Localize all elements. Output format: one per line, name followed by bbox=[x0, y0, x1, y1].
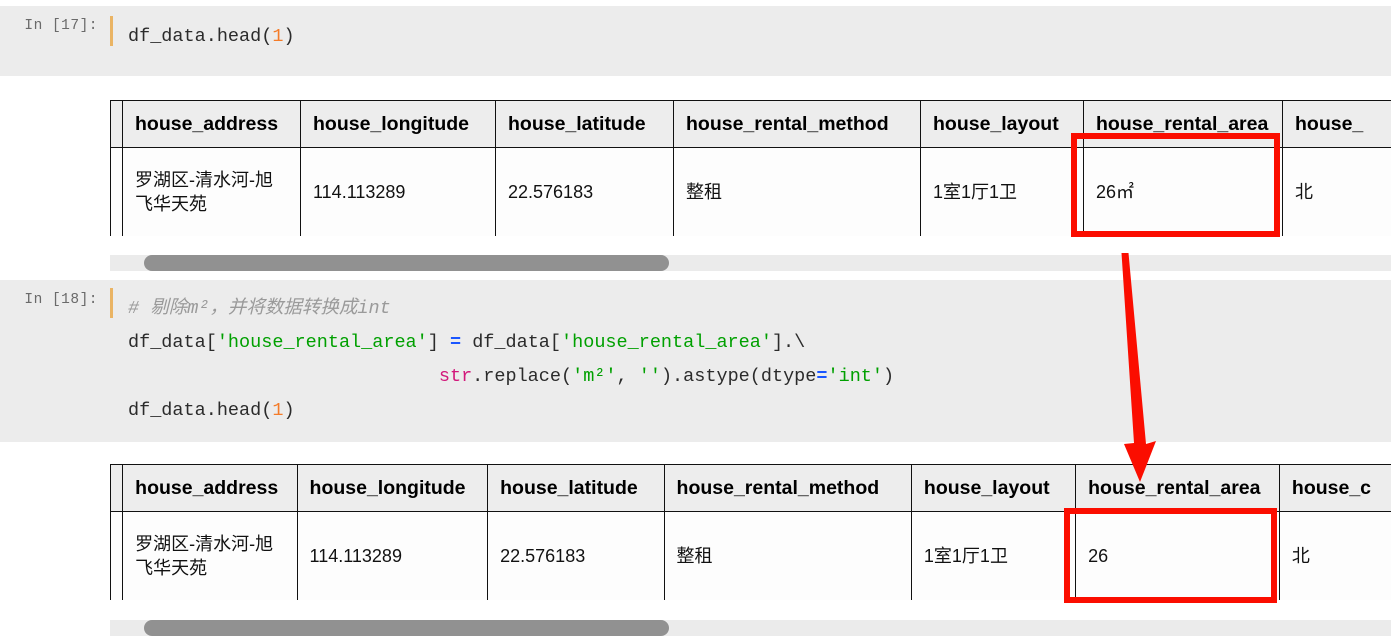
column-header-house-layout[interactable]: house_layout bbox=[921, 101, 1084, 148]
code-token-text: ] bbox=[428, 332, 450, 353]
column-header-house-rental-area[interactable]: house_rental_area bbox=[1076, 465, 1280, 512]
table-row-index bbox=[111, 148, 123, 237]
code-editor-18[interactable]: # 剔除m²，并将数据转换成int df_data['house_rental_… bbox=[128, 292, 894, 428]
column-header-house-layout[interactable]: house_layout bbox=[911, 465, 1075, 512]
code-cell-17[interactable]: In [17]: df_data.head(1) bbox=[0, 6, 1391, 76]
table-before-scrollbar-thumb[interactable] bbox=[144, 255, 669, 271]
column-header-house-address[interactable]: house_address bbox=[123, 465, 297, 512]
column-header-house-truncated[interactable]: house_c bbox=[1279, 465, 1391, 512]
column-header-house-rental-method[interactable]: house_rental_method bbox=[674, 101, 921, 148]
code-token-text: ) bbox=[283, 400, 294, 421]
cell-house-layout: 1室1厅1卫 bbox=[911, 512, 1075, 601]
cell-prompt-17: In [17]: bbox=[18, 18, 98, 34]
column-header-house-rental-method[interactable]: house_rental_method bbox=[664, 465, 911, 512]
code-token-text: ) bbox=[883, 366, 894, 387]
dataframe-output-after: house_address house_longitude house_lati… bbox=[110, 464, 1391, 600]
table-header-row: house_address house_longitude house_lati… bbox=[111, 101, 1391, 148]
cell-house-rental-method: 整租 bbox=[664, 512, 911, 601]
dataframe-table-after: house_address house_longitude house_lati… bbox=[110, 464, 1391, 600]
code-token-operator: = bbox=[816, 366, 827, 387]
cell-house-latitude: 22.576183 bbox=[496, 148, 674, 237]
cell-house-layout: 1室1厅1卫 bbox=[921, 148, 1084, 237]
column-header-house-address[interactable]: house_address bbox=[123, 101, 301, 148]
cell-house-address: 罗湖区-清水河-旭飞华天苑 bbox=[123, 512, 297, 601]
code-token-text: , bbox=[617, 366, 639, 387]
code-line-replace: str.replace('m²', '').astype(dtype='int'… bbox=[128, 366, 894, 387]
column-header-house-longitude[interactable]: house_longitude bbox=[297, 465, 488, 512]
cell-house-rental-area: 26 bbox=[1076, 512, 1280, 601]
code-token-builtin: str bbox=[439, 366, 472, 387]
cell-house-latitude: 22.576183 bbox=[488, 512, 664, 601]
cell-cursor-bar-17 bbox=[110, 16, 113, 46]
table-row: 罗湖区-清水河-旭飞华天苑 114.113289 22.576183 整租 1室… bbox=[111, 148, 1391, 237]
code-token-number: 1 bbox=[272, 400, 283, 421]
code-token-string: 'house_rental_area' bbox=[217, 332, 428, 353]
table-after-scrollbar-thumb[interactable] bbox=[144, 620, 669, 636]
dataframe-table-before: house_address house_longitude house_lati… bbox=[110, 100, 1391, 236]
code-line-assign: df_data['house_rental_area'] = df_data['… bbox=[128, 332, 805, 353]
code-token-operator: = bbox=[450, 332, 461, 353]
cell-house-truncated: 北 bbox=[1283, 148, 1391, 237]
code-comment-line: # 剔除m²，并将数据转换成int bbox=[128, 298, 391, 319]
code-cell-18[interactable]: In [18]: # 剔除m²，并将数据转换成int df_data['hous… bbox=[0, 280, 1391, 442]
table-header-row: house_address house_longitude house_lati… bbox=[111, 465, 1391, 512]
table-row-index bbox=[111, 512, 123, 601]
code-token-text: .replace( bbox=[472, 366, 572, 387]
cell-prompt-18: In [18]: bbox=[18, 292, 98, 308]
code-token-text: df_data[ bbox=[128, 332, 217, 353]
code-token-string: 'm²' bbox=[572, 366, 616, 387]
cell-house-rental-area: 26㎡ bbox=[1084, 148, 1283, 237]
cell-house-longitude: 114.113289 bbox=[297, 512, 488, 601]
column-header-house-rental-area[interactable]: house_rental_area bbox=[1084, 101, 1283, 148]
code-line-head: df_data.head(1) bbox=[128, 400, 295, 421]
code-line: df_data.head(1) bbox=[128, 26, 295, 47]
dataframe-output-before: house_address house_longitude house_lati… bbox=[110, 100, 1391, 236]
column-header-house-latitude[interactable]: house_latitude bbox=[496, 101, 674, 148]
table-before-scrollbar[interactable] bbox=[110, 255, 1391, 271]
cell-house-longitude: 114.113289 bbox=[301, 148, 496, 237]
cell-cursor-bar-18 bbox=[110, 288, 113, 318]
code-editor-17[interactable]: df_data.head(1) bbox=[128, 20, 295, 54]
cell-house-address: 罗湖区-清水河-旭飞华天苑 bbox=[123, 148, 301, 237]
code-token-text: ).astype(dtype bbox=[661, 366, 816, 387]
table-index-header bbox=[111, 465, 123, 512]
column-header-house-latitude[interactable]: house_latitude bbox=[488, 465, 664, 512]
code-token-text: ].\ bbox=[772, 332, 805, 353]
code-token-number: 1 bbox=[272, 26, 283, 47]
code-token-string: 'house_rental_area' bbox=[561, 332, 772, 353]
code-token-text: df_data.head( bbox=[128, 400, 272, 421]
cell-house-truncated: 北 bbox=[1279, 512, 1391, 601]
table-index-header bbox=[111, 101, 123, 148]
column-header-house-truncated[interactable]: house_ bbox=[1283, 101, 1391, 148]
cell-house-rental-method: 整租 bbox=[674, 148, 921, 237]
table-row: 罗湖区-清水河-旭飞华天苑 114.113289 22.576183 整租 1室… bbox=[111, 512, 1391, 601]
column-header-house-longitude[interactable]: house_longitude bbox=[301, 101, 496, 148]
code-token-string: 'int' bbox=[828, 366, 884, 387]
code-token-text: df_data[ bbox=[461, 332, 561, 353]
table-after-scrollbar[interactable] bbox=[110, 620, 1391, 636]
code-token-string: '' bbox=[639, 366, 661, 387]
